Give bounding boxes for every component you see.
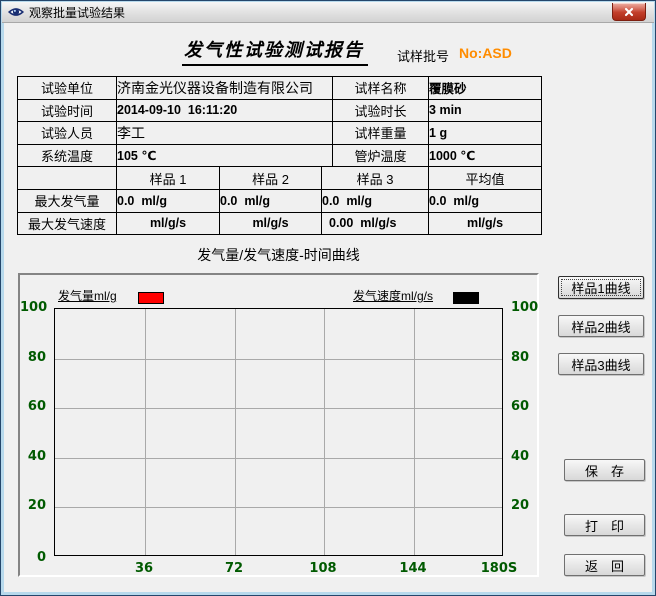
max-gas-rate-sample2: ml/g/s — [220, 212, 322, 235]
gridline — [55, 408, 502, 409]
y-axis-right-tick: 40 — [511, 449, 545, 464]
table-row: 试验人员 李工 试样重量 1 g — [18, 122, 542, 145]
legend-gas-rate-label: 发气速度ml/g/s — [353, 287, 433, 304]
max-gas-volume-sample1: 0.0 ml/g — [117, 189, 220, 212]
max-gas-volume-sample2: 0.0 ml/g — [220, 189, 322, 212]
column-header-average: 平均值 — [429, 167, 542, 190]
max-gas-volume-average: 0.0 ml/g — [429, 189, 542, 212]
label-system-temp: 系统温度 — [18, 144, 117, 167]
save-button[interactable]: 保 存 — [564, 459, 645, 481]
plot-area — [54, 308, 503, 556]
empty-corner-cell — [18, 167, 117, 190]
gridline — [55, 507, 502, 508]
x-axis-tick: 144 — [389, 561, 437, 576]
table-row: 试验单位 济南金光仪器设备制造有限公司 试样名称 覆膜砂 — [18, 77, 542, 100]
gridline — [235, 309, 236, 555]
title-bar[interactable]: 观察批量试验结果 — [2, 2, 654, 23]
gridline — [55, 458, 502, 459]
gridline — [414, 309, 415, 555]
window-title: 观察批量试验结果 — [29, 4, 125, 21]
label-furnace-temp: 管炉温度 — [333, 144, 429, 167]
label-max-gas-volume: 最大发气量 — [18, 189, 117, 212]
x-axis-tick: 36 — [120, 561, 168, 576]
legend-gas-volume-label: 发气量ml/g — [58, 287, 117, 304]
sample2-curve-button[interactable]: 样品2曲线 — [558, 315, 644, 337]
gridline — [324, 309, 325, 555]
y-axis-left-tick: 60 — [20, 399, 46, 414]
y-axis-right-tick: 80 — [511, 350, 545, 365]
max-gas-rate-sample1: ml/g/s — [117, 212, 220, 235]
value-test-duration: 3 min — [429, 99, 542, 122]
value-system-temp: 105 ℃ — [117, 144, 333, 167]
y-axis-right-tick: 20 — [511, 498, 545, 513]
value-test-time: 2014-09-10 16:11:20 — [117, 99, 333, 122]
table-row: 最大发气量 0.0 ml/g 0.0 ml/g 0.0 ml/g 0.0 ml/… — [18, 189, 542, 212]
sample3-curve-button[interactable]: 样品3曲线 — [558, 353, 644, 375]
print-button[interactable]: 打 印 — [564, 514, 645, 536]
chart-title: 发气量/发气速度-时间曲线 — [18, 245, 539, 265]
batch-number-label: 试样批号 — [397, 46, 449, 65]
value-sample-weight: 1 g — [429, 122, 542, 145]
x-axis-tick: 108 — [299, 561, 347, 576]
report-table: 试验单位 济南金光仪器设备制造有限公司 试样名称 覆膜砂 试验时间 2014-0… — [17, 76, 542, 235]
label-sample-weight: 试样重量 — [333, 122, 429, 145]
sample1-curve-button[interactable]: 样品1曲线 — [558, 276, 644, 299]
legend-gas-rate-swatch — [453, 292, 479, 304]
column-header-sample3: 样品 3 — [322, 167, 429, 190]
label-max-gas-rate: 最大发气速度 — [18, 212, 117, 235]
axis-origin-label: 0 — [20, 550, 46, 565]
y-axis-left-tick: 20 — [20, 498, 46, 513]
report-title: 发气性试验测试报告 — [182, 36, 368, 66]
label-test-operator: 试验人员 — [18, 122, 117, 145]
table-row: 试验时间 2014-09-10 16:11:20 试验时长 3 min — [18, 99, 542, 122]
column-header-sample1: 样品 1 — [117, 167, 220, 190]
table-row: 样品 1 样品 2 样品 3 平均值 — [18, 167, 542, 190]
label-test-time: 试验时间 — [18, 99, 117, 122]
x-axis-tick: 180S — [475, 561, 523, 576]
y-axis-left-tick: 80 — [20, 350, 46, 365]
y-axis-right-tick: 60 — [511, 399, 545, 414]
chart-panel: 发气量ml/g 发气速度ml/g/s 100 80 60 40 20 0 100… — [18, 273, 539, 577]
label-sample-name: 试样名称 — [333, 77, 429, 100]
label-test-unit: 试验单位 — [18, 77, 117, 100]
column-header-sample2: 样品 2 — [220, 167, 322, 190]
eye-icon — [8, 4, 24, 20]
value-test-unit: 济南金光仪器设备制造有限公司 — [117, 77, 333, 100]
sample3-curve-button-label: 样品3曲线 — [571, 355, 630, 374]
x-axis-tick: 72 — [210, 561, 258, 576]
batch-number-value: No:ASD — [459, 45, 512, 61]
value-test-operator: 李工 — [117, 122, 333, 145]
sample2-curve-button-label: 样品2曲线 — [571, 317, 630, 336]
max-gas-volume-sample3: 0.0 ml/g — [322, 189, 429, 212]
y-axis-right-tick: 100 — [511, 300, 545, 315]
print-button-label: 打 印 — [585, 516, 624, 535]
back-button-label: 返 回 — [585, 556, 624, 575]
value-furnace-temp: 1000 ℃ — [429, 144, 542, 167]
dialog-window: 观察批量试验结果 发气性试验测试报告 试样批号 No:ASD 试验单位 济南金光… — [0, 0, 656, 596]
label-test-duration: 试验时长 — [333, 99, 429, 122]
max-gas-rate-average: ml/g/s — [429, 212, 542, 235]
gridline — [145, 309, 146, 555]
table-row: 系统温度 105 ℃ 管炉温度 1000 ℃ — [18, 144, 542, 167]
y-axis-left-tick: 100 — [20, 300, 46, 315]
save-button-label: 保 存 — [585, 461, 624, 480]
gridline — [55, 359, 502, 360]
table-row: 最大发气速度 ml/g/s ml/g/s 0.00 ml/g/s ml/g/s — [18, 212, 542, 235]
sample1-curve-button-label: 样品1曲线 — [571, 278, 630, 297]
value-sample-name: 覆膜砂 — [429, 77, 542, 100]
close-button[interactable] — [612, 3, 646, 21]
close-icon — [624, 7, 634, 17]
max-gas-rate-sample3: 0.00 ml/g/s — [322, 212, 429, 235]
y-axis-left-tick: 40 — [20, 449, 46, 464]
legend-gas-volume-swatch — [138, 292, 164, 304]
back-button[interactable]: 返 回 — [564, 554, 645, 576]
